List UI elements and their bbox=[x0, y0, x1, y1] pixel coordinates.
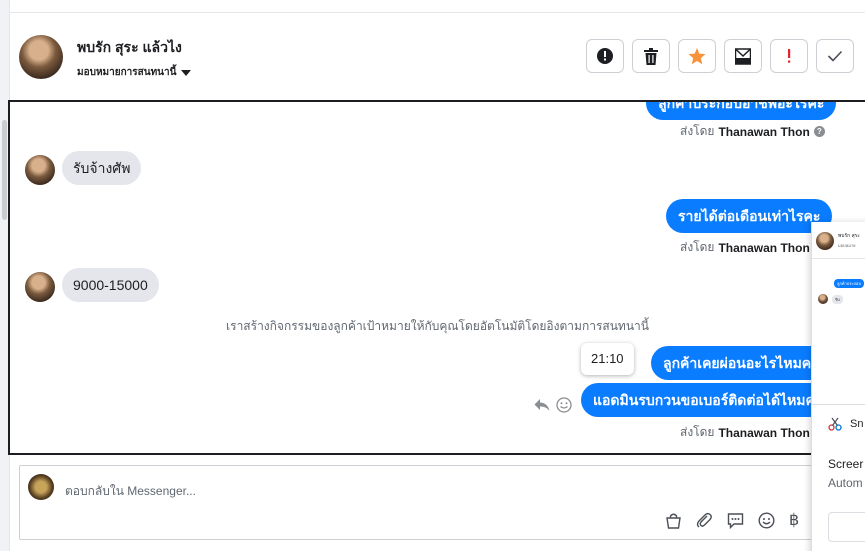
alert-circle-icon bbox=[597, 48, 613, 64]
snip-text-line1: Screer bbox=[828, 457, 864, 471]
sent-by-row: ส่งโดย Thanawan Thon bbox=[680, 423, 810, 442]
star-icon bbox=[688, 47, 706, 64]
sent-by-label: ส่งโดย bbox=[680, 425, 715, 439]
reply-input[interactable]: ตอบกลับใน Messenger... bbox=[65, 482, 196, 501]
delete-button[interactable] bbox=[632, 39, 670, 73]
sent-by-row: ส่งโดย Thanawan Thon bbox=[680, 238, 810, 257]
exclamation-icon bbox=[788, 49, 791, 63]
timestamp-tooltip: 21:10 bbox=[581, 343, 634, 375]
snip-action-button[interactable] bbox=[828, 512, 865, 542]
scissors-icon bbox=[828, 417, 842, 431]
mini-divider bbox=[812, 258, 865, 259]
sender-name: Thanawan Thon bbox=[718, 240, 810, 255]
sender-name: Thanawan Thon bbox=[718, 124, 810, 139]
sent-by-row: ส่งโดย Thanawan Thon ? bbox=[680, 122, 825, 141]
contact-avatar[interactable] bbox=[19, 35, 63, 79]
help-icon[interactable]: ? bbox=[813, 126, 825, 137]
checkmark-icon bbox=[827, 50, 843, 62]
trash-icon bbox=[644, 47, 658, 65]
paperclip-icon[interactable] bbox=[696, 512, 713, 529]
snipping-tool-overlay[interactable]: พบรัก สุระ มอบหมาย ลูกค้าประกอบ รับ Sn S… bbox=[811, 222, 865, 551]
chat-bubble-icon[interactable] bbox=[727, 512, 744, 529]
outgoing-message[interactable]: ลูกค้าประกอบอาชีพอะไรคะ bbox=[646, 102, 837, 120]
outgoing-message[interactable]: แอดมินรบกวนขอเบอร์ติดต่อได้ไหมคะ bbox=[581, 383, 835, 417]
assign-label: มอบหมายการสนทนานี้ bbox=[77, 67, 177, 78]
scrollbar-thumb[interactable] bbox=[2, 120, 7, 220]
snip-app-label: Sn bbox=[850, 418, 864, 430]
snip-notification-text: Screer Autom bbox=[828, 455, 863, 493]
spam-button[interactable] bbox=[586, 39, 624, 73]
composer-tools: ฿ bbox=[665, 510, 799, 530]
message-thread[interactable]: ลูกค้าประกอบอาชีพอะไรคะ ส่งโดย Thanawan … bbox=[8, 100, 865, 455]
mini-incoming-message: รับ bbox=[832, 295, 843, 304]
outgoing-message[interactable]: รายได้ต่อเดือนเท่าไรคะ bbox=[666, 199, 833, 233]
move-to-inbox-button[interactable] bbox=[724, 39, 762, 73]
snip-header: Sn bbox=[828, 417, 863, 431]
baht-icon[interactable]: ฿ bbox=[789, 510, 799, 530]
message-hover-tools bbox=[534, 397, 572, 413]
system-note: เราสร้างกิจกรรมของลูกค้าเป้าหมายให้กับคุ… bbox=[226, 319, 649, 333]
sender-name: Thanawan Thon bbox=[718, 425, 810, 440]
overlay-divider bbox=[812, 404, 865, 405]
inbox-conversation-view: พบรัก สุระ แล้วไง มอบหมายการสนทนานี้ ลูก… bbox=[0, 0, 865, 551]
reply-composer[interactable]: ตอบกลับใน Messenger... ฿ bbox=[19, 465, 849, 540]
mini-outgoing-message: ลูกค้าประกอบ bbox=[834, 279, 864, 288]
incoming-message[interactable]: 9000-15000 bbox=[62, 268, 159, 302]
assign-conversation-dropdown[interactable]: มอบหมายการสนทนานี้ bbox=[77, 65, 192, 80]
contact-name[interactable]: พบรัก สุระ แล้วไง bbox=[77, 37, 182, 59]
mini-avatar-small bbox=[818, 294, 828, 304]
incoming-message[interactable]: รับจ้างศัพ bbox=[62, 151, 142, 185]
mini-contact-avatar bbox=[816, 232, 834, 250]
bag-icon[interactable] bbox=[665, 512, 682, 529]
outgoing-message[interactable]: ลูกค้าเคยผ่อนอะไรไหมคะ bbox=[651, 346, 831, 380]
sent-by-label: ส่งโดย bbox=[680, 240, 715, 254]
mini-contact-name: พบรัก สุระ bbox=[838, 233, 860, 239]
header-actions bbox=[586, 39, 854, 73]
conversation-header: พบรัก สุระ แล้วไง มอบหมายการสนทนานี้ bbox=[10, 13, 865, 100]
smiley-icon[interactable] bbox=[758, 511, 775, 529]
mark-done-button[interactable] bbox=[816, 39, 854, 73]
contact-avatar-small bbox=[25, 155, 55, 185]
snip-text-line2: Autom bbox=[828, 476, 863, 490]
page-avatar bbox=[28, 474, 54, 500]
reply-icon[interactable] bbox=[534, 398, 550, 412]
contact-avatar-small bbox=[25, 272, 55, 302]
sent-by-label: ส่งโดย bbox=[680, 124, 715, 138]
follow-up-button[interactable] bbox=[770, 39, 808, 73]
caret-down-icon bbox=[181, 69, 192, 76]
star-button[interactable] bbox=[678, 39, 716, 73]
smiley-icon[interactable] bbox=[556, 397, 572, 413]
inbox-move-icon bbox=[735, 47, 751, 65]
mini-assign-label: มอบหมาย bbox=[838, 243, 856, 248]
